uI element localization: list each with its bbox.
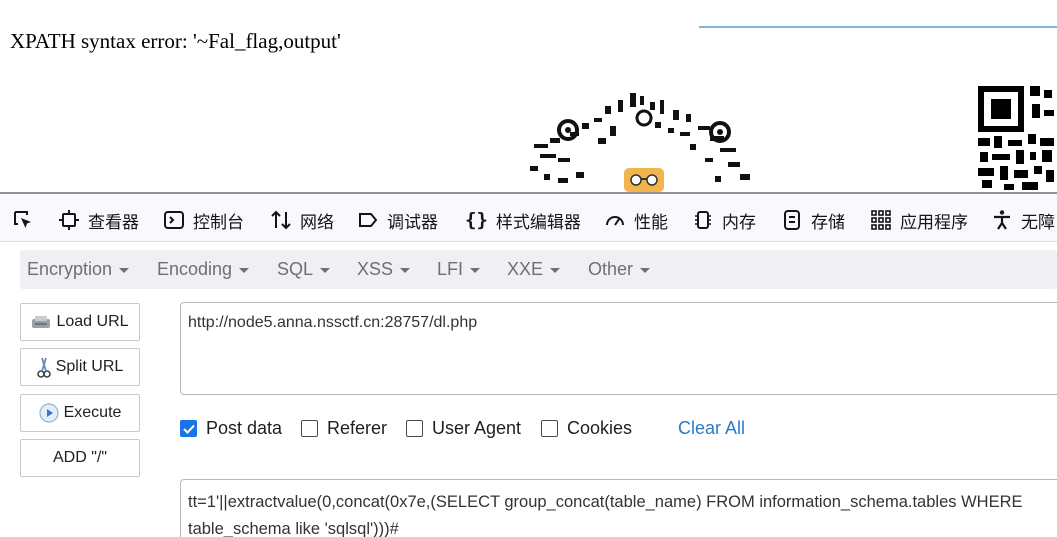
storage-icon <box>784 210 800 230</box>
tab-label: 调试器 <box>387 212 438 232</box>
menu-xss[interactable]: XSS <box>357 250 411 289</box>
network-icon <box>271 210 291 230</box>
checkbox-unchecked-icon <box>406 420 423 437</box>
caret-down-icon <box>470 268 481 273</box>
cookies-checkbox[interactable]: Cookies <box>541 418 632 439</box>
console-icon <box>164 211 184 229</box>
menu-label: SQL <box>277 259 314 279</box>
debugger-icon <box>359 213 378 227</box>
execute-button[interactable]: Execute <box>20 394 140 432</box>
menu-sql[interactable]: SQL <box>277 250 331 289</box>
tab-style-editor[interactable]: {} 样式编辑器 <box>465 206 581 234</box>
checkbox-checked-icon <box>180 420 197 437</box>
caret-down-icon <box>550 268 561 273</box>
menu-label: XXE <box>507 259 544 279</box>
tab-performance[interactable]: 性能 <box>604 206 668 234</box>
inspector-icon <box>59 210 79 230</box>
menu-encoding[interactable]: Encoding <box>157 250 250 289</box>
checkbox-label: Referer <box>327 418 388 438</box>
menu-lfi[interactable]: LFI <box>437 250 481 289</box>
checkbox-label: Post data <box>206 418 283 438</box>
braces-icon: {} <box>465 209 488 231</box>
hackbar-menu: Encryption Encoding SQL XSS LFI XXE Othe… <box>20 250 1057 289</box>
user-agent-checkbox[interactable]: User Agent <box>406 418 521 439</box>
menu-label: Encryption <box>27 259 113 279</box>
memory-icon <box>695 211 711 229</box>
tab-storage[interactable]: 存储 <box>781 206 845 234</box>
url-textarea[interactable]: http://node5.anna.nssctf.cn:28757/dl.php <box>180 302 1057 395</box>
tab-label: 无障 <box>1021 212 1055 232</box>
menu-xxe[interactable]: XXE <box>507 250 561 289</box>
tab-label: 控制台 <box>193 212 244 232</box>
button-label: Load URL <box>56 313 129 330</box>
scissors-icon <box>36 356 51 378</box>
caret-down-icon <box>640 268 651 273</box>
tab-label: 应用程序 <box>900 212 968 232</box>
tab-label: 内存 <box>722 212 756 232</box>
tab-application[interactable]: 应用程序 <box>870 206 968 234</box>
tab-inspector[interactable]: 查看器 <box>58 206 139 234</box>
button-label: Split URL <box>55 358 124 375</box>
tab-memory[interactable]: 内存 <box>692 206 756 234</box>
tab-network[interactable]: 网络 <box>270 206 334 234</box>
wechat-mini-program-code-image <box>530 93 750 192</box>
load-url-icon <box>31 314 51 330</box>
tab-label: 网络 <box>300 212 334 232</box>
button-label: ADD "/" <box>52 449 108 466</box>
tab-console[interactable]: 控制台 <box>163 206 244 234</box>
menu-label: XSS <box>357 259 394 279</box>
tab-label: 查看器 <box>88 212 139 232</box>
menu-label: Other <box>588 259 634 279</box>
menu-label: Encoding <box>157 259 233 279</box>
checkbox-unchecked-icon <box>301 420 318 437</box>
qr-code-image <box>978 86 1054 190</box>
post-data-checkbox[interactable]: Post data <box>180 418 282 439</box>
page-divider <box>699 26 1057 28</box>
add-slash-button[interactable]: ADD "/" <box>20 439 140 477</box>
devtools-panel: 查看器 控制台 网络 调试器 {} 样式编辑器 性能 内存 存储 应用程序 无障… <box>0 192 1057 537</box>
page-error-message: XPATH syntax error: '~Fal_flag,output' <box>10 29 341 53</box>
devtools-toolbar: 查看器 控制台 网络 调试器 {} 样式编辑器 性能 内存 存储 应用程序 无障 <box>0 194 1057 242</box>
clear-all-link[interactable]: Clear All <box>678 418 745 439</box>
tab-label: 存储 <box>811 212 845 232</box>
button-label: Execute <box>63 404 122 421</box>
tab-label: 性能 <box>634 212 668 232</box>
checkbox-label: User Agent <box>432 418 522 438</box>
load-url-button[interactable]: Load URL <box>20 303 140 341</box>
menu-other[interactable]: Other <box>588 250 651 289</box>
application-grid-icon <box>871 210 891 230</box>
post-data-textarea[interactable]: tt=1'||extractvalue(0,concat(0x7e,(SELEC… <box>180 479 1057 537</box>
caret-down-icon <box>320 268 331 273</box>
caret-down-icon <box>239 268 250 273</box>
checkbox-unchecked-icon <box>541 420 558 437</box>
tab-accessibility[interactable]: 无障 <box>991 206 1055 234</box>
tab-debugger[interactable]: 调试器 <box>357 206 438 234</box>
checkbox-label: Cookies <box>567 418 633 438</box>
performance-icon <box>606 216 624 226</box>
split-url-button[interactable]: Split URL <box>20 348 140 386</box>
caret-down-icon <box>119 268 130 273</box>
caret-down-icon <box>400 268 411 273</box>
tab-label: 样式编辑器 <box>495 212 581 232</box>
menu-encryption[interactable]: Encryption <box>27 250 130 289</box>
element-picker-icon[interactable] <box>10 208 36 232</box>
referer-checkbox[interactable]: Referer <box>301 418 387 439</box>
accessibility-icon <box>994 210 1010 230</box>
play-icon <box>38 403 59 423</box>
menu-label: LFI <box>437 259 464 279</box>
